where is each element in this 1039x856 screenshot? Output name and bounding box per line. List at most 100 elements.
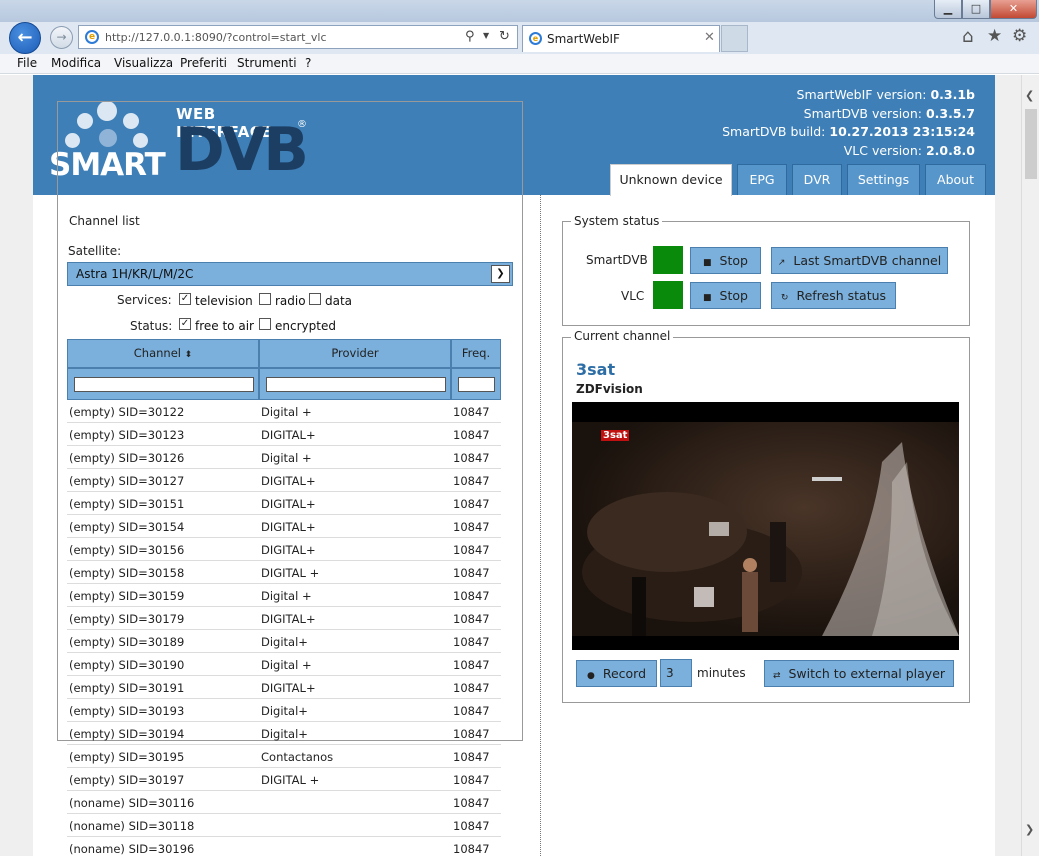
address-url[interactable]: http://127.0.0.1:8090/?control=start_vlc: [105, 31, 327, 44]
address-bar[interactable]: e http://127.0.0.1:8090/?control=start_v…: [78, 25, 518, 49]
table-row[interactable]: (empty) SID=30158 DIGITAL + 10847: [67, 561, 501, 584]
new-tab-button[interactable]: [721, 25, 748, 52]
chevron-down-icon[interactable]: ▼: [483, 31, 489, 40]
star-icon[interactable]: ★: [987, 26, 1002, 46]
row-channel: (empty) SID=30197: [69, 773, 185, 787]
table-row[interactable]: (empty) SID=30193 Digital+ 10847: [67, 699, 501, 722]
table-row[interactable]: (noname) SID=30196 10847: [67, 837, 501, 856]
channel-name: 3sat: [576, 360, 616, 379]
tab-dvr[interactable]: DVR: [792, 164, 842, 195]
last-smartdvb-channel-button[interactable]: ↗ Last SmartDVB channel: [771, 247, 948, 274]
tab-unknown-device[interactable]: Unknown device: [610, 164, 732, 196]
vlc-stop-button[interactable]: ■ Stop: [690, 282, 761, 309]
radio-checkbox[interactable]: [259, 293, 271, 305]
channel-filter-input[interactable]: [74, 377, 254, 392]
row-provider: Digital +: [261, 451, 312, 465]
row-freq: 10847: [453, 428, 490, 442]
scroll-thumb[interactable]: [1025, 109, 1037, 179]
close-icon[interactable]: ✕: [704, 30, 715, 45]
video-channel-logo: 3sat: [601, 430, 630, 441]
table-row[interactable]: (noname) SID=30116 10847: [67, 791, 501, 814]
scroll-up-arrow-icon[interactable]: ❮: [1025, 89, 1034, 102]
close-window-button[interactable]: ✕: [990, 0, 1037, 19]
menu-preferiti[interactable]: Preferiti: [180, 56, 227, 70]
table-row[interactable]: (empty) SID=30195 Contactanos 10847: [67, 745, 501, 768]
search-icon[interactable]: ⚲: [465, 29, 475, 44]
table-row[interactable]: (noname) SID=30118 10847: [67, 814, 501, 837]
row-freq: 10847: [453, 451, 490, 465]
radio-label: radio: [275, 294, 306, 308]
refresh-icon[interactable]: ↻: [499, 29, 510, 44]
tab-about[interactable]: About: [925, 164, 986, 195]
services-label: Services:: [117, 293, 172, 307]
data-checkbox[interactable]: [309, 293, 321, 305]
current-channel-legend: Current channel: [571, 329, 674, 343]
back-arrow-icon[interactable]: ←: [9, 22, 41, 54]
column-provider[interactable]: Provider: [259, 339, 451, 368]
row-freq: 10847: [453, 612, 490, 626]
refresh-status-button[interactable]: ↻ Refresh status: [771, 282, 896, 309]
row-provider: DIGITAL+: [261, 543, 316, 557]
encrypted-checkbox[interactable]: [259, 318, 271, 330]
menu-file[interactable]: File: [17, 56, 37, 70]
column-freq[interactable]: Freq.: [451, 339, 501, 368]
vlc-status-indicator: [653, 281, 683, 309]
table-row[interactable]: (empty) SID=30151 DIGITAL+ 10847: [67, 492, 501, 515]
row-channel: (empty) SID=30127: [69, 474, 185, 488]
scroll-down-arrow-icon[interactable]: ❯: [1025, 823, 1034, 836]
smartdvb-status-indicator: [653, 246, 683, 274]
table-row[interactable]: (empty) SID=30127 DIGITAL+ 10847: [67, 469, 501, 492]
menu-help[interactable]: ?: [305, 56, 311, 70]
table-row[interactable]: (empty) SID=30154 DIGITAL+ 10847: [67, 515, 501, 538]
maximize-button[interactable]: □: [962, 0, 990, 19]
minimize-button[interactable]: ▁: [934, 0, 962, 19]
tab-epg[interactable]: EPG: [737, 164, 787, 195]
sort-icon[interactable]: ⬍: [185, 350, 193, 360]
table-row[interactable]: (empty) SID=30159 Digital + 10847: [67, 584, 501, 607]
table-row[interactable]: (empty) SID=30123 DIGITAL+ 10847: [67, 423, 501, 446]
record-icon: ●: [586, 671, 595, 681]
row-channel: (empty) SID=30156: [69, 543, 185, 557]
switch-external-player-button[interactable]: ⇄ Switch to external player: [764, 660, 954, 687]
minutes-input[interactable]: 3: [660, 659, 692, 687]
menu-strumenti[interactable]: Strumenti: [237, 56, 297, 70]
video-player[interactable]: 3sat: [572, 402, 959, 650]
record-button[interactable]: ● Record: [576, 660, 657, 687]
chevron-down-icon[interactable]: ❯: [491, 265, 510, 283]
row-channel: (empty) SID=30123: [69, 428, 185, 442]
row-freq: 10847: [453, 589, 490, 603]
free-to-air-checkbox[interactable]: ✓: [179, 318, 191, 330]
table-row[interactable]: (empty) SID=30197 DIGITAL + 10847: [67, 768, 501, 791]
channel-filter-cell: [67, 368, 259, 400]
tab-settings[interactable]: Settings: [847, 164, 920, 195]
table-row[interactable]: (empty) SID=30122 Digital + 10847: [67, 400, 501, 423]
satellite-select[interactable]: Astra 1H/KR/L/M/2C ❯: [67, 262, 513, 286]
page-viewport: WEB INTERFACE SMART DVB ® SmartWebIF ver…: [0, 75, 1021, 856]
television-checkbox[interactable]: ✓: [179, 293, 191, 305]
table-row[interactable]: (empty) SID=30156 DIGITAL+ 10847: [67, 538, 501, 561]
minutes-label: minutes: [697, 666, 746, 680]
table-row[interactable]: (empty) SID=30194 Digital+ 10847: [67, 722, 501, 745]
table-row[interactable]: (empty) SID=30191 DIGITAL+ 10847: [67, 676, 501, 699]
smartdvb-stop-button[interactable]: ■ Stop: [690, 247, 761, 274]
row-channel: (empty) SID=30190: [69, 658, 185, 672]
menu-modifica[interactable]: Modifica: [51, 56, 101, 70]
gear-icon[interactable]: ⚙: [1012, 26, 1027, 46]
freq-filter-input[interactable]: [458, 377, 495, 392]
vlc-status-label: VLC: [621, 289, 645, 303]
row-freq: 10847: [453, 681, 490, 695]
freq-filter-cell: [451, 368, 501, 400]
table-row[interactable]: (empty) SID=30126 Digital + 10847: [67, 446, 501, 469]
channel-list-legend: Channel list: [66, 214, 143, 228]
column-channel[interactable]: Channel ⬍: [67, 339, 259, 368]
table-row[interactable]: (empty) SID=30189 Digital+ 10847: [67, 630, 501, 653]
provider-filter-input[interactable]: [266, 377, 446, 392]
forward-arrow-icon[interactable]: →: [50, 26, 73, 49]
table-row[interactable]: (empty) SID=30190 Digital + 10847: [67, 653, 501, 676]
smartdvb-status-label: SmartDVB: [586, 253, 648, 267]
menu-visualizza[interactable]: Visualizza: [114, 56, 173, 70]
home-icon[interactable]: ⌂: [962, 26, 973, 47]
tab-smartwebif[interactable]: e SmartWebIF ✕: [522, 25, 720, 52]
table-row[interactable]: (empty) SID=30179 DIGITAL+ 10847: [67, 607, 501, 630]
page-scrollbar[interactable]: ❮ ❯: [1021, 75, 1039, 856]
